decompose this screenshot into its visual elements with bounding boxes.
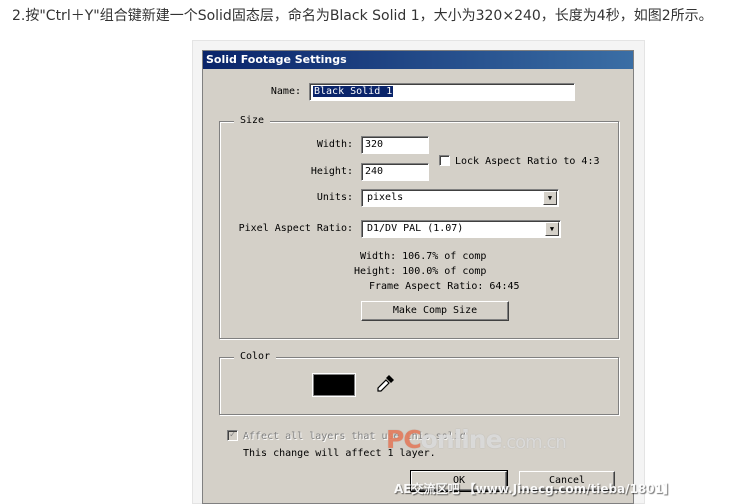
height-value: 240 xyxy=(365,166,384,177)
width-label: Width: xyxy=(316,139,353,150)
info-height: Height: 100.0% of comp xyxy=(354,266,487,277)
height-field[interactable]: 240 xyxy=(361,163,429,181)
chevron-down-icon[interactable]: ▼ xyxy=(543,191,557,205)
color-swatch[interactable] xyxy=(313,374,355,396)
eyedropper-icon[interactable] xyxy=(376,373,396,393)
pconline-watermark: PConline.com.cn xyxy=(386,425,567,454)
name-value: Black Solid 1 xyxy=(313,86,394,97)
instruction-text: 2.按"Ctrl＋Y"组合键新建一个Solid固态层，命名为Black Soli… xyxy=(12,8,713,24)
make-comp-size-button[interactable]: Make Comp Size xyxy=(361,301,509,321)
size-group-label: Size xyxy=(234,115,271,126)
units-label: Units: xyxy=(316,192,353,203)
pixel-aspect-ratio-select[interactable]: D1/DV PAL (1.07) ▼ xyxy=(361,220,561,238)
lock-aspect-ratio-label: Lock Aspect Ratio to 4:3 xyxy=(455,156,600,167)
name-field[interactable]: Black Solid 1 xyxy=(309,83,575,101)
lock-aspect-ratio-checkbox[interactable] xyxy=(439,155,450,166)
info-width: Width: 106.7% of comp xyxy=(360,251,487,262)
name-label: Name: xyxy=(270,86,301,97)
units-select[interactable]: pixels ▼ xyxy=(361,189,559,207)
dialog-title: Solid Footage Settings xyxy=(203,51,633,69)
affect-all-layers-checkbox[interactable]: ✓ xyxy=(227,430,238,441)
height-label: Height: xyxy=(310,166,353,177)
pixel-aspect-ratio-label: Pixel Aspect Ratio: xyxy=(238,223,353,234)
width-field[interactable]: 320 xyxy=(361,136,429,154)
info-frame-aspect-ratio: Frame Aspect Ratio: 64:45 xyxy=(369,281,520,292)
footer-watermark: AE交流区吧 【www.Jinecg.com/tieba/1801】 xyxy=(394,482,675,496)
pixel-aspect-ratio-value: D1/DV PAL (1.07) xyxy=(367,223,464,234)
chevron-down-icon[interactable]: ▼ xyxy=(545,222,559,236)
color-group-label: Color xyxy=(234,351,277,362)
color-group: Color xyxy=(219,351,619,415)
units-value: pixels xyxy=(367,192,404,203)
width-value: 320 xyxy=(365,139,384,150)
